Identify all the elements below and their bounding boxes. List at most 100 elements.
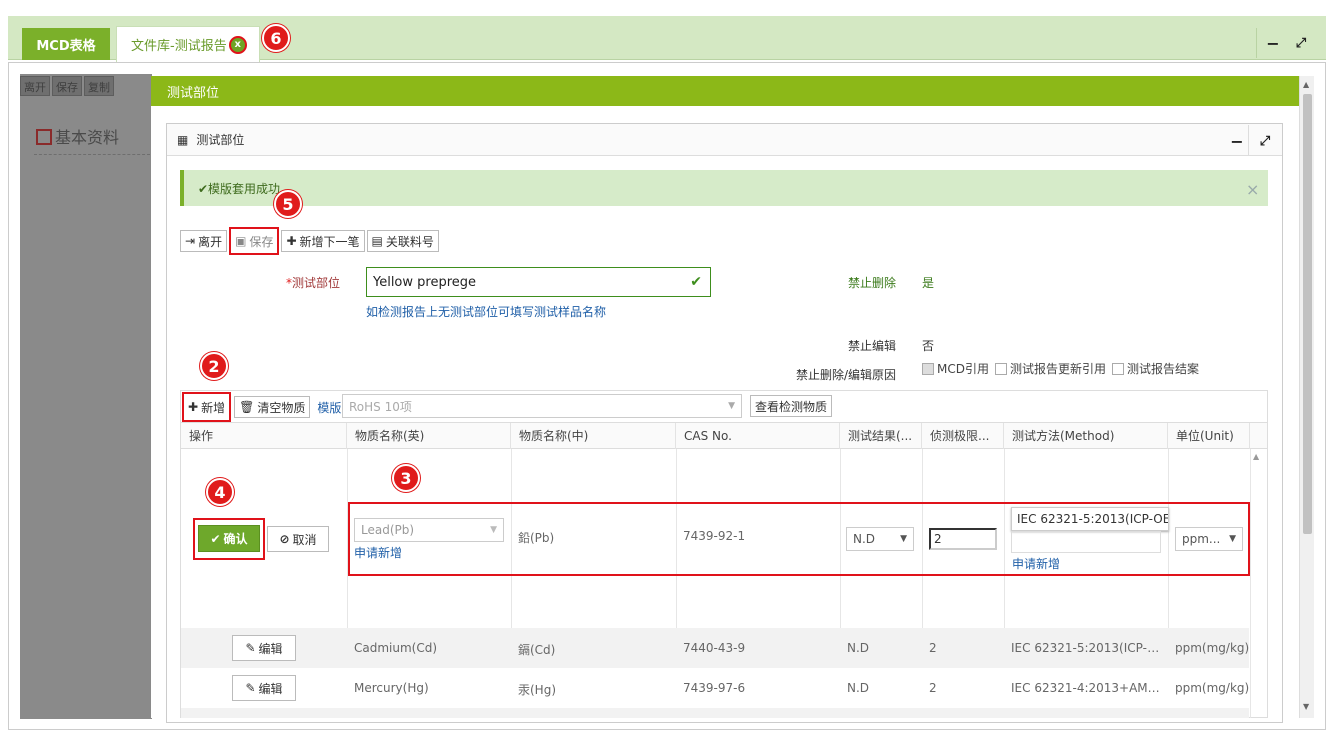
unit-select[interactable]: ppm... ▼ — [1175, 527, 1243, 551]
background-overlay — [20, 74, 152, 719]
method-cell: IEC 62321-4:2013+AMD1... — [1011, 681, 1163, 695]
panel-minimize-button[interactable]: − — [1226, 130, 1248, 152]
divider — [1250, 449, 1251, 718]
no-edit-value: 否 — [922, 339, 935, 353]
modal-scrollbar[interactable]: ▲ ▼ — [1299, 76, 1314, 718]
add-next-button[interactable]: ✚ 新增下一笔 — [281, 230, 365, 252]
chevron-down-icon: ▼ — [900, 534, 907, 544]
cas-cell: 7439-97-6 — [683, 681, 746, 695]
plus-icon: ✚ — [286, 234, 297, 248]
chevron-down-icon: ▼ — [728, 401, 735, 411]
name-en-select[interactable]: Lead(Pb) ▼ — [354, 518, 504, 542]
chevron-down-icon: ▼ — [1229, 534, 1236, 544]
ban-icon: ⊘ — [279, 532, 290, 546]
bg-leave-button: 离开 — [20, 76, 50, 96]
result-select[interactable]: N.D ▼ — [846, 527, 914, 551]
modal-title: 测试部位 — [167, 85, 220, 101]
close-tab-icon[interactable]: x — [228, 35, 247, 54]
document-icon: ▤ — [371, 234, 383, 248]
method-select[interactable]: IEC 62321-5:2013(ICP-OES — [1011, 507, 1169, 531]
method-apply-link[interactable]: 申请新增 — [1012, 555, 1060, 572]
success-alert: ✔模版套用成功 — [180, 170, 1268, 206]
clear-substance-button[interactable]: 🗑 清空物质 — [234, 396, 311, 418]
pencil-icon: ✎ — [245, 681, 256, 695]
template-select[interactable]: RoHS 10项 ▼ — [342, 394, 742, 418]
method-cell: IEC 62321-5:2013(ICP-O... — [1011, 641, 1163, 655]
scrollbar-thumb[interactable] — [1303, 94, 1312, 534]
checkbox[interactable] — [1112, 363, 1124, 375]
trash-icon: 🗑 — [239, 400, 255, 414]
inner-panel-header: ▦ 测试部位 — [167, 124, 1282, 156]
reason-report-update[interactable]: 测试报告更新引用 — [994, 360, 1106, 377]
part-input[interactable]: Yellow preprege ✔ — [366, 267, 711, 297]
apply-new-link[interactable]: 申请新增 — [354, 544, 402, 561]
exit-icon: ⇥ — [185, 234, 196, 248]
leave-button[interactable]: ⇥ 离开 — [180, 230, 228, 252]
no-delete-label: 禁止删除 — [848, 276, 897, 290]
no-edit-label: 禁止编辑 — [848, 339, 897, 353]
edit-button[interactable]: ✎ 编辑 — [232, 675, 296, 701]
table-icon: ▦ — [177, 132, 189, 147]
col-name-cn[interactable]: 物质名称(中) — [511, 423, 676, 449]
tab-label: 文件库-测试报告 — [131, 39, 227, 54]
add-substance-button[interactable]: ✚ 新增 — [182, 392, 232, 422]
reason-mcd[interactable]: MCD引用 — [922, 360, 989, 377]
bg-title-text: 基本资料 — [55, 128, 120, 147]
result-cell: N.D — [847, 641, 870, 655]
divider — [1248, 125, 1249, 155]
method-input[interactable] — [1011, 531, 1161, 553]
part-label: *测试部位 — [286, 276, 341, 290]
tab-mcd-table[interactable]: MCD表格 — [22, 28, 110, 60]
result-cell: N.D — [847, 681, 870, 695]
col-name-en[interactable]: 物质名称(英) — [347, 423, 511, 449]
reason-label: 禁止删除/编辑原因 — [796, 368, 897, 382]
scroll-up-icon[interactable]: ▲ — [1303, 80, 1309, 89]
check-icon: ✔ — [210, 531, 221, 546]
maximize-button[interactable]: ⤢ — [1290, 32, 1312, 54]
limit-cell: 2 — [929, 641, 937, 655]
minimize-button[interactable]: − — [1262, 32, 1284, 54]
pencil-icon: ✎ — [245, 641, 256, 655]
part-input-value: Yellow preprege — [373, 274, 477, 290]
list-icon — [36, 129, 52, 145]
cancel-button[interactable]: ⊘ 取消 — [267, 526, 329, 552]
bg-section-title: 基本资料 — [36, 124, 119, 148]
col-action[interactable]: 操作 — [181, 423, 347, 449]
name-en-cell[interactable]: Mercury(Hg) — [354, 681, 429, 695]
panel-maximize-button[interactable]: ⤢ — [1254, 130, 1276, 152]
grid-scroll-up-icon[interactable]: ▲ — [1253, 452, 1259, 461]
checkbox[interactable] — [922, 363, 934, 375]
background-toolbar: 离开 保存 复制 — [20, 76, 152, 96]
annotation-badge-3: 3 — [392, 464, 420, 492]
name-en-cell[interactable]: Cadmium(Cd) — [354, 641, 437, 655]
form-toolbar: ⇥ 离开 ▣ 保存 ✚ 新增下一笔 ▤ 关联料号 — [180, 227, 439, 255]
limit-input[interactable]: 2 — [929, 528, 997, 550]
alert-close-icon[interactable]: × — [1246, 180, 1259, 199]
name-cn-cell: 鎘(Cd) — [518, 643, 556, 657]
col-method[interactable]: 测试方法(Method) — [1004, 423, 1168, 449]
scroll-down-icon[interactable]: ▼ — [1303, 702, 1309, 711]
reason-report-close[interactable]: 测试报告结案 — [1112, 360, 1199, 377]
edit-button[interactable]: ✎ 编辑 — [232, 635, 296, 661]
view-substances-button[interactable]: 查看检测物质 — [750, 395, 833, 417]
part-hint: 如检测报告上无测试部位可填写测试样品名称 — [366, 305, 607, 319]
save-button[interactable]: ▣ 保存 — [229, 227, 280, 255]
col-result[interactable]: 测试结果(... — [840, 423, 922, 449]
col-unit[interactable]: 单位(Unit) — [1168, 423, 1250, 449]
name-cn-cell: 鉛(Pb) — [518, 531, 555, 545]
link-part-button[interactable]: ▤ 关联料号 — [366, 230, 439, 252]
limit-cell: 2 — [929, 681, 937, 695]
confirm-button[interactable]: ✔ 确认 — [198, 525, 260, 552]
col-cas[interactable]: CAS No. — [676, 423, 840, 449]
bg-copy-button: 复制 — [84, 76, 114, 96]
col-limit[interactable]: 侦测极限... — [922, 423, 1004, 449]
checkbox[interactable] — [994, 363, 1007, 375]
annotation-badge-5: 5 — [274, 190, 302, 218]
reason-options: MCD引用 测试报告更新引用 测试报告结案 — [922, 360, 1199, 377]
grid-header: 操作 物质名称(英) 物质名称(中) CAS No. 测试结果(... 侦测极限… — [181, 423, 1267, 449]
annotation-badge-6: 6 — [262, 24, 290, 52]
chevron-down-icon: ▼ — [490, 525, 497, 535]
tab-test-report[interactable]: 文件库-测试报告 x — [116, 26, 260, 62]
divider — [1256, 28, 1257, 58]
bg-save-button: 保存 — [52, 76, 82, 96]
